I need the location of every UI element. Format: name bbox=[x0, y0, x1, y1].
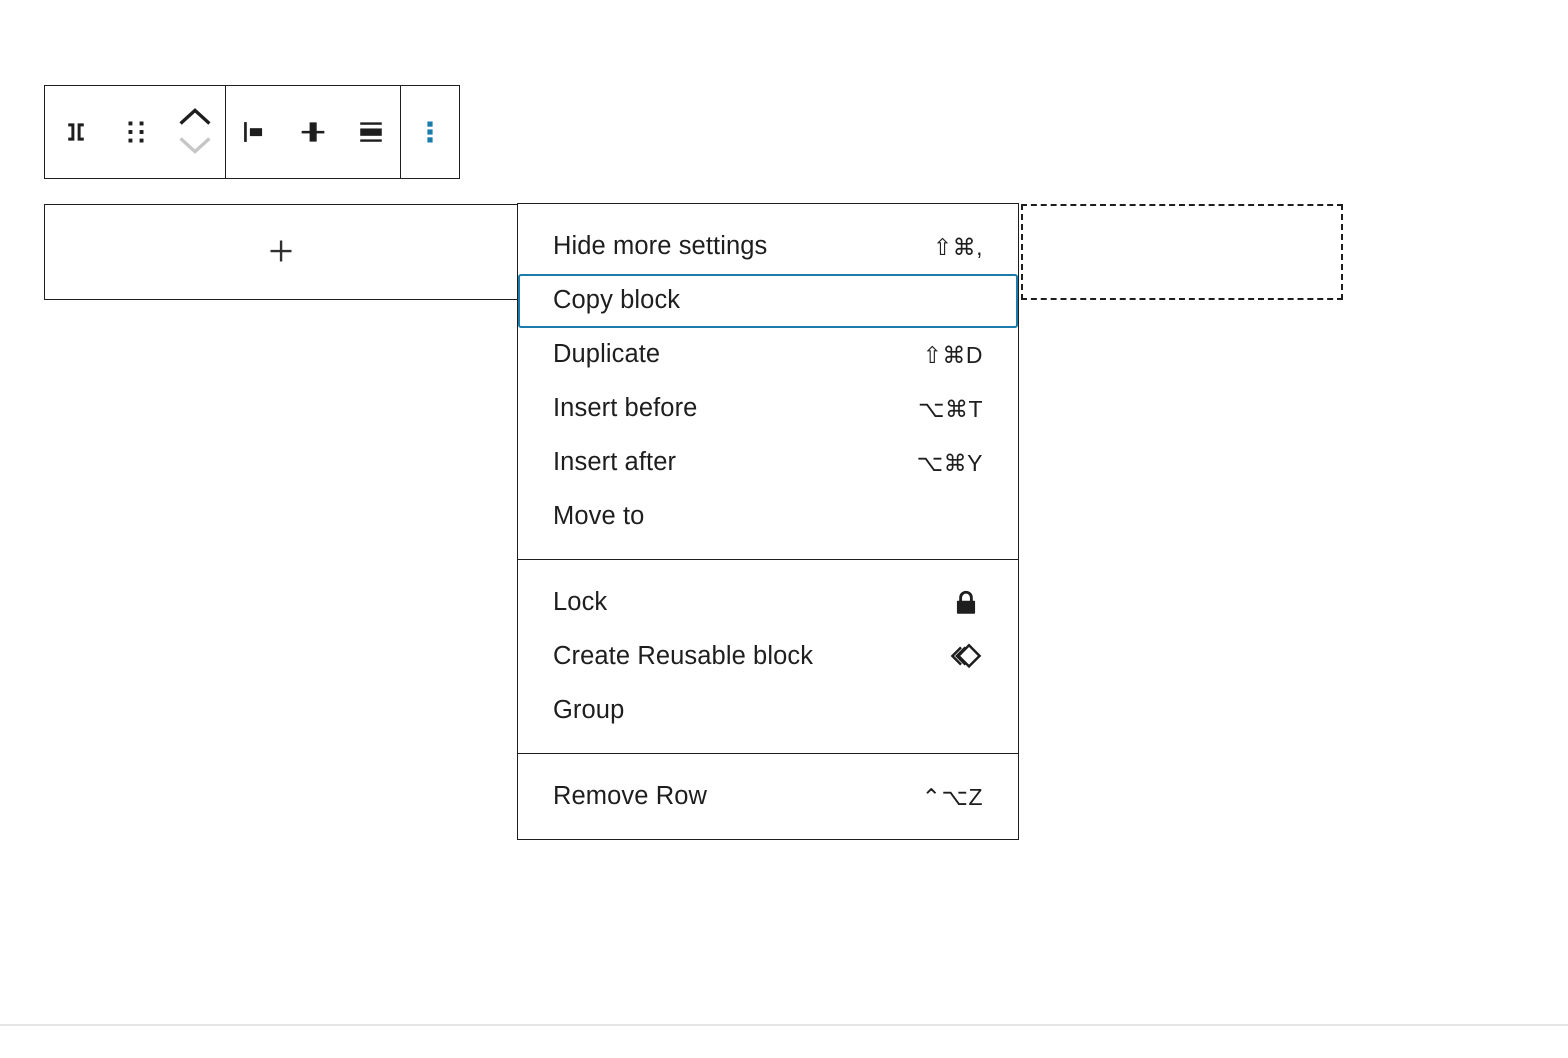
stretch-icon bbox=[354, 115, 388, 149]
align-items-stretch-button[interactable] bbox=[342, 86, 400, 178]
menu-item-label: Group bbox=[553, 698, 624, 724]
block-appender-button[interactable] bbox=[264, 235, 298, 269]
empty-placeholder-block[interactable] bbox=[1021, 204, 1343, 300]
menu-item-shortcut: ⌥⌘Y bbox=[917, 452, 983, 475]
menu-item-label: Hide more settings bbox=[553, 234, 767, 260]
menu-item-insert-before[interactable]: Insert before ⌥⌘T bbox=[518, 382, 1018, 436]
menu-item-label: Insert before bbox=[553, 396, 697, 422]
chevron-down-icon bbox=[177, 133, 213, 160]
menu-item-hide-more-settings[interactable]: Hide more settings ⇧⌘, bbox=[518, 220, 1018, 274]
block-mover bbox=[165, 86, 225, 178]
menu-item-duplicate[interactable]: Duplicate ⇧⌘D bbox=[518, 328, 1018, 382]
toolbar-group-alignment bbox=[225, 86, 400, 178]
more-vertical-icon bbox=[419, 115, 441, 149]
menu-item-shortcut: ⇧⌘D bbox=[923, 344, 983, 367]
menu-item-move-to[interactable]: Move to bbox=[518, 490, 1018, 544]
toolbar-group-options bbox=[400, 86, 459, 178]
menu-section-block-tools-section: Lock Create Reusable block Group bbox=[518, 559, 1018, 753]
row-block[interactable] bbox=[44, 204, 518, 300]
drag-handle-icon bbox=[123, 117, 149, 147]
move-up-button[interactable] bbox=[177, 105, 213, 131]
menu-item-label: Remove Row bbox=[553, 784, 707, 810]
plus-icon bbox=[266, 236, 296, 269]
more-options-button[interactable] bbox=[401, 86, 459, 178]
menu-section-remove-section: Remove Row ⌃⌥Z bbox=[518, 753, 1018, 839]
align-left-icon bbox=[238, 115, 272, 149]
block-toolbar bbox=[44, 85, 460, 179]
menu-item-lock[interactable]: Lock bbox=[518, 576, 1018, 630]
move-down-button[interactable] bbox=[177, 133, 213, 159]
block-options-menu: Hide more settings ⇧⌘, Copy block Duplicate… bbox=[517, 203, 1019, 840]
menu-item-label: Create Reusable block bbox=[553, 644, 813, 670]
align-items-center-button[interactable] bbox=[284, 86, 342, 178]
menu-item-label: Lock bbox=[553, 590, 607, 616]
menu-item-label: Move to bbox=[553, 504, 644, 530]
drag-handle-button[interactable] bbox=[107, 86, 165, 178]
chevron-up-icon bbox=[177, 105, 213, 132]
menu-item-shortcut: ⇧⌘, bbox=[933, 236, 983, 259]
canvas-baseline-divider bbox=[0, 1024, 1568, 1026]
lock-icon bbox=[949, 586, 983, 620]
align-center-icon bbox=[296, 115, 330, 149]
toolbar-group-block-controls bbox=[45, 86, 225, 178]
row-block-type-button[interactable] bbox=[45, 86, 107, 178]
menu-section-settings-section: Hide more settings ⇧⌘, Copy block Duplicate… bbox=[518, 204, 1018, 559]
menu-item-label: Duplicate bbox=[553, 342, 660, 368]
menu-item-insert-after[interactable]: Insert after ⌥⌘Y bbox=[518, 436, 1018, 490]
align-items-left-button[interactable] bbox=[226, 86, 284, 178]
menu-item-label: Copy block bbox=[553, 288, 680, 314]
menu-item-shortcut: ⌃⌥Z bbox=[922, 786, 983, 809]
menu-item-label: Insert after bbox=[553, 450, 676, 476]
row-block-icon bbox=[59, 115, 93, 149]
menu-item-group[interactable]: Group bbox=[518, 684, 1018, 738]
menu-item-create-reusable-block[interactable]: Create Reusable block bbox=[518, 630, 1018, 684]
reusable-block-icon bbox=[949, 640, 983, 674]
menu-item-remove-row[interactable]: Remove Row ⌃⌥Z bbox=[518, 770, 1018, 824]
menu-item-shortcut: ⌥⌘T bbox=[918, 398, 983, 421]
menu-item-copy-block[interactable]: Copy block bbox=[518, 274, 1018, 328]
